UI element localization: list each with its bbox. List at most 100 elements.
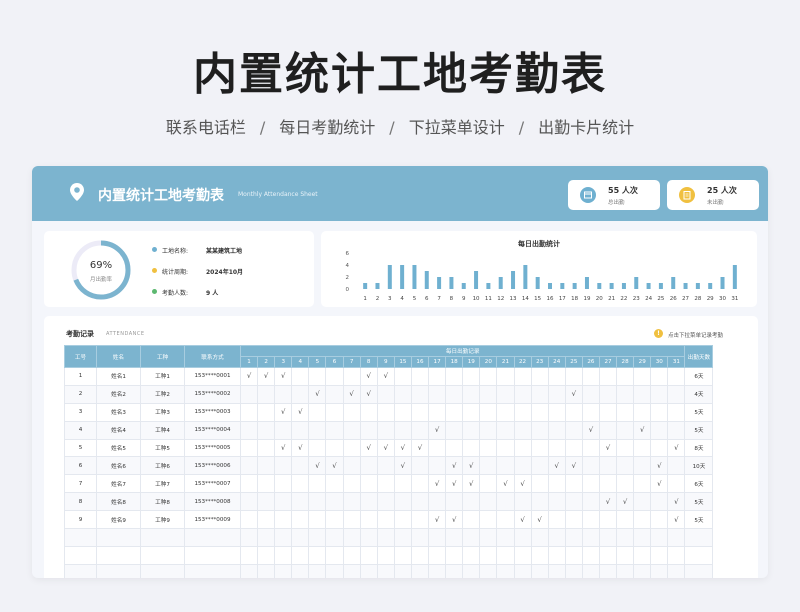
day-cell[interactable] bbox=[581, 456, 600, 476]
day-cell[interactable]: √ bbox=[564, 384, 583, 404]
day-cell[interactable]: √ bbox=[564, 456, 583, 476]
day-cell[interactable] bbox=[342, 456, 361, 476]
day-cell[interactable] bbox=[547, 384, 566, 404]
day-cell[interactable] bbox=[393, 510, 412, 530]
day-cell[interactable] bbox=[650, 492, 669, 512]
day-cell[interactable]: √ bbox=[274, 438, 293, 458]
day-cell[interactable] bbox=[410, 367, 430, 386]
day-cell[interactable] bbox=[581, 474, 600, 494]
day-cell[interactable] bbox=[274, 456, 293, 476]
day-cell[interactable] bbox=[428, 384, 447, 404]
day-cell[interactable]: √ bbox=[359, 438, 378, 458]
day-cell[interactable] bbox=[530, 384, 549, 404]
day-cell[interactable] bbox=[547, 367, 566, 386]
day-cell[interactable] bbox=[598, 402, 618, 422]
day-cell[interactable] bbox=[359, 510, 378, 530]
day-cell[interactable] bbox=[547, 510, 566, 530]
day-cell[interactable] bbox=[462, 438, 481, 458]
day-cell[interactable] bbox=[496, 420, 515, 440]
day-cell[interactable] bbox=[428, 438, 447, 458]
day-cell[interactable]: √ bbox=[445, 456, 464, 476]
day-cell[interactable]: √ bbox=[359, 367, 378, 386]
day-cell[interactable]: √ bbox=[428, 510, 447, 530]
day-cell[interactable]: √ bbox=[633, 420, 652, 440]
day-cell[interactable] bbox=[547, 438, 566, 458]
day-cell[interactable] bbox=[239, 384, 259, 404]
day-cell[interactable] bbox=[342, 402, 361, 422]
day-cell[interactable] bbox=[342, 420, 361, 440]
day-cell[interactable] bbox=[393, 402, 412, 422]
day-cell[interactable] bbox=[393, 367, 412, 386]
day-cell[interactable] bbox=[479, 420, 498, 440]
day-cell[interactable] bbox=[257, 510, 276, 530]
day-cell[interactable] bbox=[257, 402, 276, 422]
day-cell[interactable] bbox=[239, 456, 259, 476]
day-cell[interactable] bbox=[616, 384, 635, 404]
day-cell[interactable]: √ bbox=[308, 456, 327, 476]
day-cell[interactable] bbox=[445, 384, 464, 404]
day-cell[interactable] bbox=[239, 438, 259, 458]
day-cell[interactable] bbox=[462, 510, 481, 530]
day-cell[interactable] bbox=[530, 438, 549, 458]
day-cell[interactable] bbox=[667, 420, 686, 440]
day-cell[interactable] bbox=[376, 474, 395, 494]
day-cell[interactable] bbox=[616, 402, 635, 422]
day-cell[interactable] bbox=[393, 492, 412, 512]
day-cell[interactable] bbox=[410, 492, 430, 512]
day-cell[interactable] bbox=[257, 456, 276, 476]
day-cell[interactable] bbox=[291, 456, 310, 476]
day-cell[interactable] bbox=[650, 420, 669, 440]
day-cell[interactable] bbox=[496, 492, 515, 512]
day-cell[interactable] bbox=[633, 492, 652, 512]
day-cell[interactable] bbox=[342, 492, 361, 512]
day-cell[interactable]: √ bbox=[274, 402, 293, 422]
day-cell[interactable] bbox=[308, 492, 327, 512]
day-cell[interactable] bbox=[239, 510, 259, 530]
day-cell[interactable] bbox=[410, 402, 430, 422]
day-cell[interactable] bbox=[496, 402, 515, 422]
day-cell[interactable] bbox=[410, 456, 430, 476]
day-cell[interactable] bbox=[650, 384, 669, 404]
day-cell[interactable]: √ bbox=[376, 438, 395, 458]
day-cell[interactable] bbox=[564, 420, 583, 440]
day-cell[interactable] bbox=[428, 492, 447, 512]
day-cell[interactable] bbox=[581, 402, 600, 422]
day-cell[interactable] bbox=[257, 384, 276, 404]
day-cell[interactable] bbox=[513, 438, 532, 458]
day-cell[interactable] bbox=[239, 474, 259, 494]
day-cell[interactable] bbox=[616, 367, 635, 386]
day-cell[interactable] bbox=[581, 492, 600, 512]
day-cell[interactable] bbox=[530, 367, 549, 386]
day-cell[interactable] bbox=[667, 384, 686, 404]
day-cell[interactable] bbox=[633, 384, 652, 404]
day-cell[interactable]: √ bbox=[462, 474, 481, 494]
day-cell[interactable]: √ bbox=[376, 367, 395, 386]
day-cell[interactable] bbox=[479, 474, 498, 494]
day-cell[interactable] bbox=[616, 474, 635, 494]
day-cell[interactable] bbox=[445, 438, 464, 458]
day-cell[interactable] bbox=[359, 456, 378, 476]
day-cell[interactable] bbox=[616, 438, 635, 458]
day-cell[interactable] bbox=[428, 456, 447, 476]
day-cell[interactable] bbox=[462, 492, 481, 512]
day-cell[interactable] bbox=[598, 367, 618, 386]
day-cell[interactable] bbox=[445, 402, 464, 422]
day-cell[interactable]: √ bbox=[667, 510, 686, 530]
day-cell[interactable] bbox=[462, 420, 481, 440]
day-cell[interactable] bbox=[239, 420, 259, 440]
day-cell[interactable] bbox=[257, 492, 276, 512]
day-cell[interactable]: √ bbox=[274, 367, 293, 386]
day-cell[interactable] bbox=[581, 510, 600, 530]
day-cell[interactable]: √ bbox=[547, 456, 566, 476]
day-cell[interactable] bbox=[581, 367, 600, 386]
day-cell[interactable] bbox=[342, 474, 361, 494]
day-cell[interactable]: √ bbox=[462, 456, 481, 476]
day-cell[interactable] bbox=[564, 510, 583, 530]
day-cell[interactable]: √ bbox=[291, 402, 310, 422]
day-cell[interactable] bbox=[325, 384, 344, 404]
day-cell[interactable] bbox=[308, 438, 327, 458]
day-cell[interactable] bbox=[428, 402, 447, 422]
day-cell[interactable] bbox=[564, 492, 583, 512]
day-cell[interactable]: √ bbox=[359, 384, 378, 404]
day-cell[interactable]: √ bbox=[667, 492, 686, 512]
